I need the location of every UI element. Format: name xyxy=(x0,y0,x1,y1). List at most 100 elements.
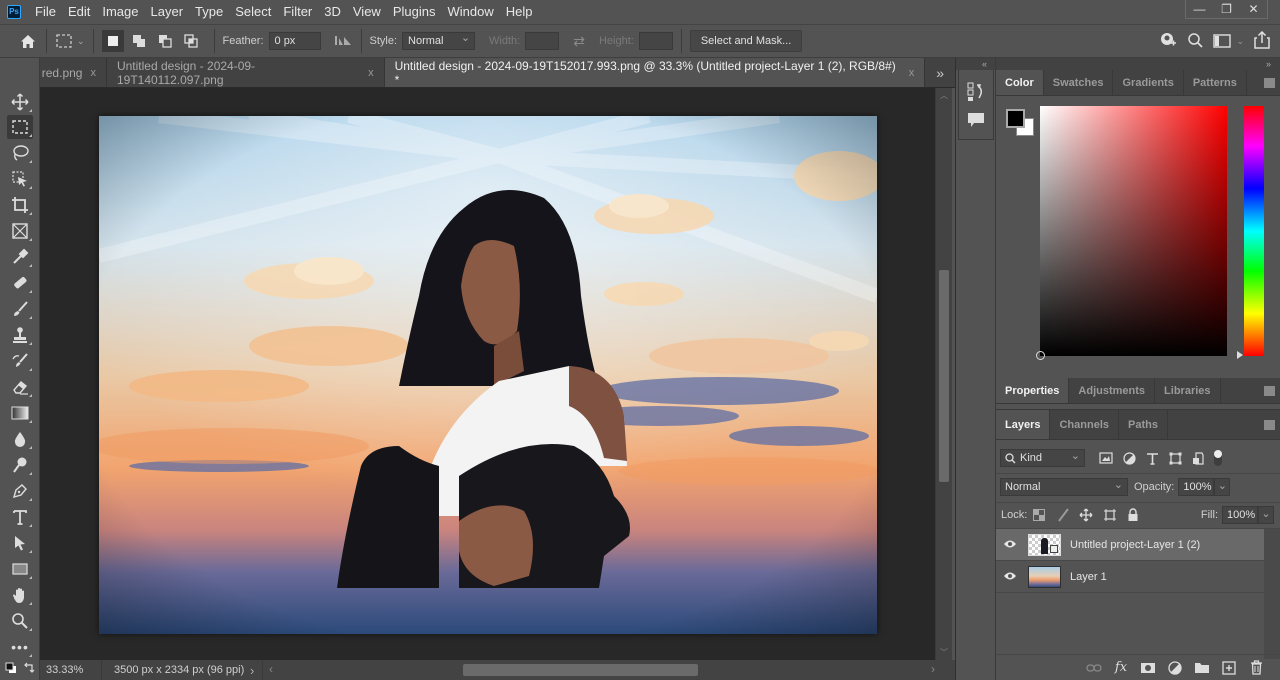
menu-file[interactable]: File xyxy=(29,0,62,24)
new-layer-button[interactable] xyxy=(1218,659,1240,677)
hand-tool[interactable] xyxy=(7,583,33,607)
tab-untitled-design-152017[interactable]: Untitled design - 2024-09-19T152017.993.… xyxy=(384,58,926,87)
menu-plugins[interactable]: Plugins xyxy=(387,0,442,24)
menu-view[interactable]: View xyxy=(347,0,387,24)
link-layers-button[interactable] xyxy=(1083,659,1105,677)
scroll-right-icon[interactable]: › xyxy=(931,662,935,676)
type-tool[interactable] xyxy=(7,505,33,529)
status-menu-arrow[interactable]: › xyxy=(250,663,262,678)
menu-type[interactable]: Type xyxy=(189,0,229,24)
foreground-color-swatch[interactable] xyxy=(1006,109,1025,128)
dodge-tool[interactable] xyxy=(7,453,33,477)
hue-slider[interactable] xyxy=(1244,106,1264,356)
crop-tool[interactable] xyxy=(7,193,33,217)
add-to-selection-button[interactable] xyxy=(128,30,150,52)
scroll-left-icon[interactable]: ‹ xyxy=(269,662,273,676)
lock-transparent-icon[interactable] xyxy=(1033,509,1046,521)
tab-properties[interactable]: Properties xyxy=(996,378,1070,403)
pen-tool[interactable] xyxy=(7,479,33,503)
layer-row-untitled-project[interactable]: Untitled project-Layer 1 (2) xyxy=(996,529,1264,561)
tab-gradients[interactable]: Gradients xyxy=(1113,70,1184,95)
document-canvas[interactable] xyxy=(99,116,877,634)
edit-toolbar-button[interactable]: ••• xyxy=(7,635,33,659)
tab-close-icon[interactable]: x xyxy=(368,67,374,79)
fill-input[interactable]: 100% xyxy=(1222,506,1258,524)
comments-panel-button[interactable] xyxy=(967,112,985,131)
tab-layers[interactable]: Layers xyxy=(996,410,1051,439)
tab-paths[interactable]: Paths xyxy=(1119,410,1168,439)
menu-filter[interactable]: Filter xyxy=(277,0,318,24)
tabs-overflow-button[interactable]: » xyxy=(925,58,955,87)
canvas-area[interactable] xyxy=(40,88,935,660)
tab-swatches[interactable]: Swatches xyxy=(1044,70,1114,95)
zoom-tool[interactable] xyxy=(7,609,33,633)
filter-shape-icon[interactable] xyxy=(1169,452,1182,465)
opacity-input[interactable]: 100% xyxy=(1178,478,1215,496)
filter-adjustment-icon[interactable] xyxy=(1123,451,1136,465)
search-button[interactable] xyxy=(1187,32,1204,51)
anti-alias-toggle[interactable] xyxy=(333,33,353,49)
select-and-mask-button[interactable]: Select and Mask... xyxy=(689,30,803,52)
horizontal-scrollbar[interactable]: ‹ › xyxy=(262,660,955,680)
layer-style-button[interactable]: fx xyxy=(1110,659,1132,677)
tab-patterns[interactable]: Patterns xyxy=(1184,70,1247,95)
restore-button[interactable]: ❐ xyxy=(1213,0,1240,18)
lasso-tool[interactable] xyxy=(7,141,33,165)
width-input[interactable] xyxy=(525,32,560,50)
blur-tool[interactable] xyxy=(7,427,33,451)
blend-mode-select[interactable]: Normal ⌄ xyxy=(1000,478,1128,496)
move-tool[interactable] xyxy=(7,90,33,114)
tab-libraries[interactable]: Libraries xyxy=(1155,378,1221,403)
visibility-toggle[interactable] xyxy=(996,570,1024,584)
panel-menu-icon[interactable] xyxy=(1264,420,1275,430)
share-button[interactable] xyxy=(1254,30,1270,52)
vertical-scroll-thumb[interactable] xyxy=(939,270,949,482)
tab-red-png[interactable]: red.png x xyxy=(39,58,107,87)
horizontal-scroll-thumb[interactable] xyxy=(463,664,698,676)
default-colors-icon[interactable] xyxy=(5,662,17,674)
menu-edit[interactable]: Edit xyxy=(62,0,96,24)
home-button[interactable] xyxy=(18,31,38,51)
vertical-scrollbar[interactable]: ︿ ﹀ xyxy=(935,88,952,660)
lock-artboard-icon[interactable] xyxy=(1103,508,1117,522)
panel-menu-icon[interactable] xyxy=(1264,386,1275,396)
visibility-toggle[interactable] xyxy=(996,538,1024,552)
menu-layer[interactable]: Layer xyxy=(145,0,190,24)
panel-menu-icon[interactable] xyxy=(1264,78,1275,88)
frame-tool[interactable] xyxy=(7,219,33,243)
fill-dropdown[interactable]: ⌄ xyxy=(1258,506,1274,524)
zoom-level[interactable]: 33.33% xyxy=(40,660,102,680)
panels-collapse[interactable]: » xyxy=(996,58,1280,70)
swap-dimensions-button[interactable]: ⇄ xyxy=(573,33,585,50)
eraser-tool[interactable] xyxy=(7,375,33,399)
tab-adjustments[interactable]: Adjustments xyxy=(1069,378,1156,403)
gradient-tool[interactable] xyxy=(7,401,33,425)
eyedropper-tool[interactable] xyxy=(7,245,33,269)
minimize-button[interactable]: — xyxy=(1186,0,1213,18)
filter-pixel-icon[interactable] xyxy=(1099,452,1113,464)
filter-toggle[interactable] xyxy=(1214,450,1222,466)
color-field[interactable] xyxy=(1036,106,1227,360)
workspace-button[interactable]: ⌄ xyxy=(1213,34,1244,48)
swap-colors-icon[interactable] xyxy=(23,662,35,674)
menu-window[interactable]: Window xyxy=(441,0,499,24)
dock-collapse[interactable]: « xyxy=(956,58,996,70)
add-mask-button[interactable] xyxy=(1137,659,1159,677)
adjustment-layer-button[interactable] xyxy=(1164,659,1186,677)
lock-position-icon[interactable] xyxy=(1079,508,1093,522)
layer-row-layer-1[interactable]: Layer 1 xyxy=(996,561,1264,593)
menu-help[interactable]: Help xyxy=(500,0,539,24)
scroll-down-icon[interactable]: ﹀ xyxy=(940,647,948,658)
height-input[interactable] xyxy=(638,32,673,50)
share-user-button[interactable] xyxy=(1159,31,1177,52)
color-picker-cursor[interactable] xyxy=(1036,351,1045,360)
tab-color[interactable]: Color xyxy=(996,70,1044,95)
tab-channels[interactable]: Channels xyxy=(1050,410,1119,439)
rectangular-marquee-tool[interactable] xyxy=(7,115,33,139)
filter-kind-select[interactable]: Kind ⌄ xyxy=(1000,449,1085,467)
hue-slider-handle[interactable] xyxy=(1237,351,1243,359)
history-brush-tool[interactable] xyxy=(7,349,33,373)
intersect-selection-button[interactable] xyxy=(180,30,202,52)
close-window-button[interactable]: ✕ xyxy=(1240,0,1267,18)
lock-pixels-icon[interactable] xyxy=(1057,508,1070,522)
